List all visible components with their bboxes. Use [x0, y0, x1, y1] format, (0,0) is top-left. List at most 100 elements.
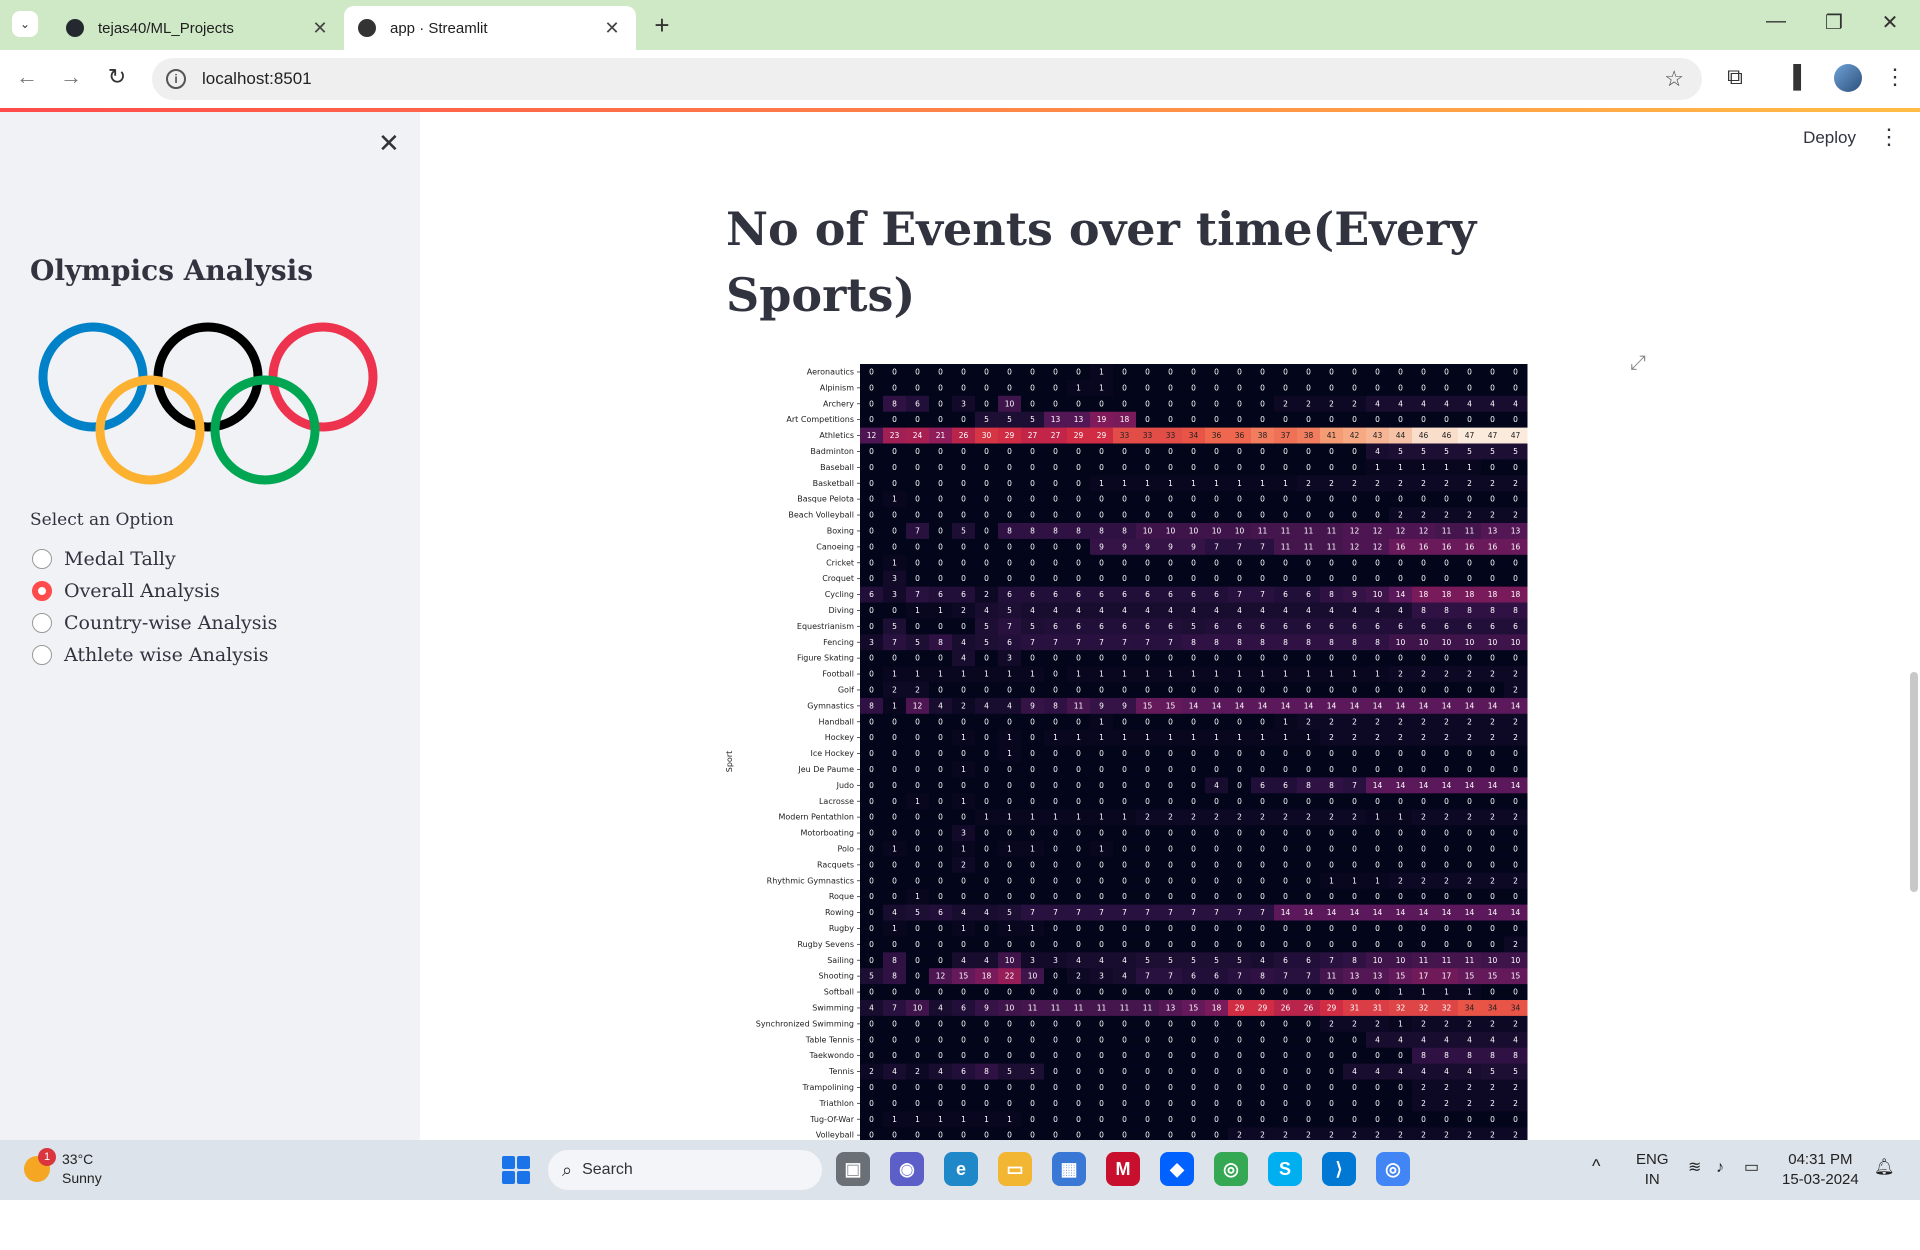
cell-label: 0 — [1030, 717, 1035, 726]
close-window-icon[interactable]: ✕ — [1870, 10, 1910, 35]
bookmark-star-icon[interactable]: ☆ — [1664, 66, 1684, 92]
windows-start-icon[interactable] — [502, 1156, 530, 1184]
main-scrollbar[interactable] — [1910, 672, 1918, 892]
skype-icon[interactable]: S — [1268, 1152, 1302, 1186]
cell-label: 7 — [1237, 908, 1242, 917]
cell-label: 14 — [1373, 701, 1383, 710]
cell-label: 8 — [1237, 638, 1242, 647]
cell-label: 0 — [1490, 829, 1495, 838]
cell-label: 2 — [1283, 813, 1288, 822]
cell-label: 1 — [961, 1115, 966, 1124]
radio-athlete-wise-analysis[interactable]: Athlete wise Analysis — [32, 644, 269, 666]
restore-icon[interactable]: ❐ — [1814, 10, 1854, 35]
radio-country-wise-analysis[interactable]: Country-wise Analysis — [32, 612, 277, 634]
radio-overall-analysis[interactable]: Overall Analysis — [32, 580, 220, 602]
cell-label: 0 — [1168, 1035, 1173, 1044]
chrome-icon[interactable]: ◎ — [1214, 1152, 1248, 1186]
side-panel-icon[interactable]: ▌ — [1786, 64, 1816, 90]
row-label: Boxing — [827, 526, 854, 535]
chrome-active-icon[interactable]: ◎ — [1376, 1152, 1410, 1186]
cell-label: 8 — [1007, 526, 1012, 535]
browser-menu-icon[interactable]: ⋮ — [1880, 64, 1910, 90]
cell-label: 0 — [1053, 765, 1058, 774]
cell-label: 0 — [1191, 574, 1196, 583]
wifi-icon[interactable]: ≋ — [1688, 1158, 1701, 1178]
cell-label: 8 — [892, 399, 897, 408]
cell-label: 0 — [1076, 558, 1081, 567]
deploy-button[interactable]: Deploy — [1803, 128, 1856, 148]
clock[interactable]: 04:31 PM 15-03-2024 — [1782, 1150, 1859, 1190]
language-indicator[interactable]: ENG IN — [1636, 1150, 1669, 1190]
cell-label: 2 — [1421, 670, 1426, 679]
cell-label: 14 — [1465, 781, 1475, 790]
radio-circle[interactable] — [32, 613, 52, 633]
battery-icon[interactable]: ▭ — [1744, 1158, 1759, 1178]
dropbox-icon[interactable]: ◆ — [1160, 1152, 1194, 1186]
cell-label: 7 — [1007, 622, 1012, 631]
file-explorer-icon[interactable]: ▭ — [998, 1152, 1032, 1186]
fullscreen-icon[interactable]: ⤢ — [1630, 352, 1646, 375]
cell-label: 2 — [1076, 972, 1081, 981]
app-menu-icon[interactable]: ⋮ — [1878, 124, 1900, 150]
radio-circle[interactable] — [32, 581, 52, 601]
cell-label: 0 — [1260, 574, 1265, 583]
cell-label: 2 — [1375, 1019, 1380, 1028]
address-bar[interactable]: i localhost:8501 ☆ — [152, 58, 1702, 100]
store-icon[interactable]: ▦ — [1052, 1152, 1086, 1186]
cell-label: 0 — [984, 447, 989, 456]
cell-label: 0 — [1490, 367, 1495, 376]
radio-circle[interactable] — [32, 549, 52, 569]
vscode-icon[interactable]: ⟩ — [1322, 1152, 1356, 1186]
forward-icon[interactable]: → — [56, 64, 86, 90]
cell-label: 5 — [1467, 447, 1472, 456]
cell-label: 18 — [1442, 590, 1452, 599]
cell-label: 0 — [1122, 924, 1127, 933]
reload-icon[interactable]: ↻ — [102, 64, 132, 90]
cell-label: 5 — [1030, 1067, 1035, 1076]
extensions-icon[interactable]: ⧉ — [1720, 64, 1750, 90]
cell-label: 2 — [1467, 479, 1472, 488]
weather-widget[interactable]: 1 33°C Sunny — [24, 1148, 102, 1188]
cell-label: 1 — [915, 670, 920, 679]
cell-label: 0 — [1421, 860, 1426, 869]
cell-label: 1 — [1375, 463, 1380, 472]
tray-overflow-icon[interactable]: ^ — [1592, 1156, 1600, 1176]
radio-medal-tally[interactable]: Medal Tally — [32, 548, 176, 570]
cell-label: 2 — [1467, 511, 1472, 520]
cell-label: 0 — [1490, 797, 1495, 806]
task-view-icon[interactable]: ▣ — [836, 1152, 870, 1186]
site-info-icon[interactable]: i — [166, 69, 186, 89]
cell-label: 0 — [1306, 463, 1311, 472]
minimize-icon[interactable]: — — [1756, 10, 1796, 33]
new-tab-icon[interactable]: + — [648, 10, 676, 41]
radio-circle[interactable] — [32, 645, 52, 665]
chat-icon[interactable]: ◉ — [890, 1152, 924, 1186]
cell-label: 0 — [1260, 654, 1265, 663]
cell-label: 0 — [938, 988, 943, 997]
cell-label: 1 — [1214, 733, 1219, 742]
cell-label: 0 — [1145, 383, 1150, 392]
tab-streamlit[interactable]: app · Streamlit ✕ — [344, 6, 636, 50]
cell-label: 0 — [915, 781, 920, 790]
cell-label: 0 — [1145, 765, 1150, 774]
cell-label: 0 — [1099, 797, 1104, 806]
tab-github[interactable]: tejas40/ML_Projects ✕ — [52, 6, 344, 50]
cell-label: 1 — [1076, 813, 1081, 822]
mcafee-icon[interactable]: M — [1106, 1152, 1140, 1186]
cell-label: 0 — [1122, 1019, 1127, 1028]
back-icon[interactable]: ← — [12, 64, 42, 90]
profile-avatar[interactable] — [1834, 64, 1862, 92]
cell-label: 47 — [1511, 431, 1521, 440]
taskbar-search[interactable]: ⌕ Search — [548, 1150, 822, 1190]
close-sidebar-icon[interactable]: ✕ — [378, 128, 400, 159]
close-tab-icon[interactable]: ✕ — [602, 18, 622, 39]
cell-label: 0 — [1444, 574, 1449, 583]
cell-label: 0 — [1007, 511, 1012, 520]
volume-icon[interactable]: ♪ — [1716, 1158, 1724, 1178]
tab-search-dropdown-icon[interactable]: ⌄ — [12, 11, 38, 37]
notification-bell-icon[interactable]: 🔔︎ — [1874, 1158, 1894, 1178]
close-tab-icon[interactable]: ✕ — [310, 18, 330, 39]
edge-icon[interactable]: e — [944, 1152, 978, 1186]
cell-label: 0 — [1260, 1067, 1265, 1076]
cell-label: 0 — [1168, 892, 1173, 901]
